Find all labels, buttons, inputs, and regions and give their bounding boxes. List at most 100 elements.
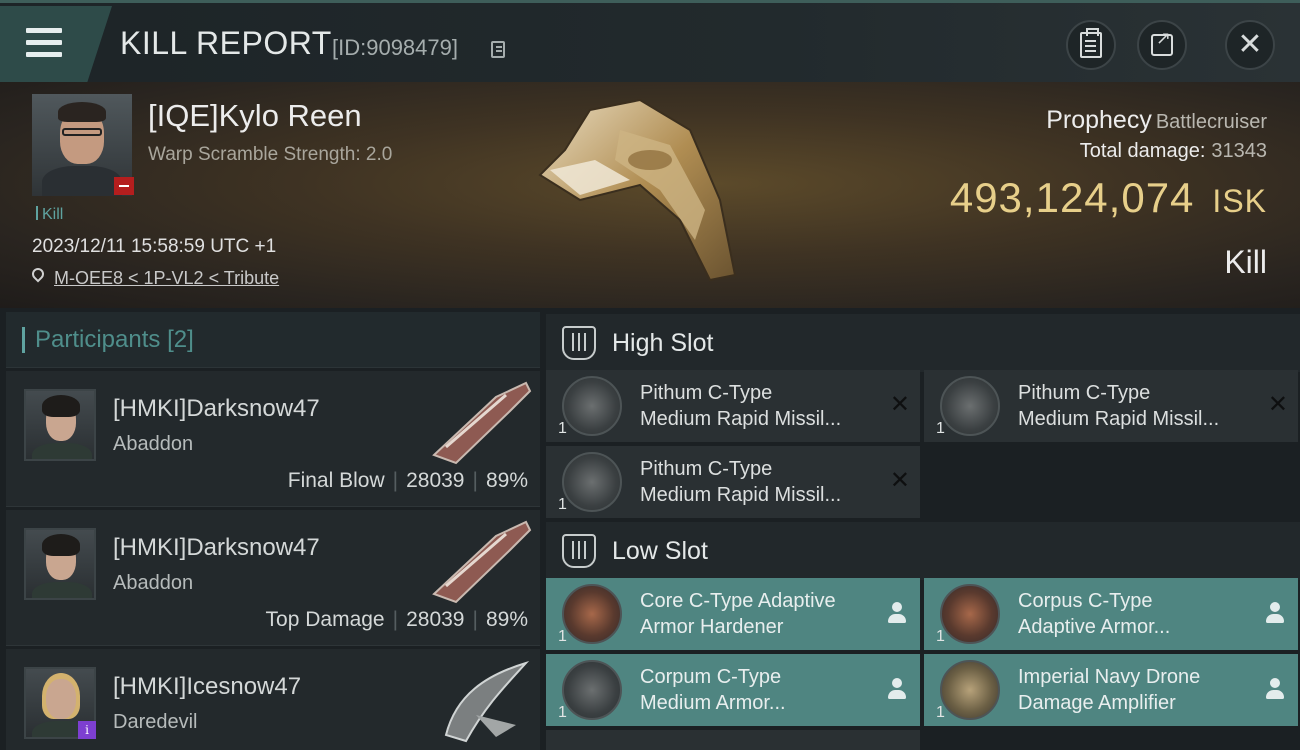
hamburger-menu-icon-line	[26, 52, 62, 57]
launcher-icon	[940, 376, 1000, 436]
participant-stats: Final Blow | 28039 | 89%	[288, 469, 528, 493]
participant-ship-image	[432, 520, 532, 604]
hamburger-menu-icon-line	[26, 40, 62, 45]
portrait-torso	[32, 582, 92, 598]
total-damage-value: 31343	[1211, 140, 1267, 162]
close-button[interactable]: ✕	[1225, 20, 1275, 70]
warp-scramble-strength: Warp Scramble Strength: 2.0	[148, 144, 393, 165]
hamburger-menu-button[interactable]	[0, 6, 112, 82]
participant-name: [HMKI]Icesnow47	[113, 673, 302, 700]
participant-damage: 28039	[406, 608, 465, 631]
portrait-hair	[42, 395, 80, 417]
high-slot-label: High Slot	[612, 328, 714, 357]
participant-role: Top Damage	[265, 608, 385, 631]
isk-value: 493,124,074 ISK	[950, 174, 1267, 222]
victim-name[interactable]: [IQE]Kylo Reen	[148, 98, 362, 134]
armor-hardener-icon	[562, 584, 622, 644]
share-button[interactable]	[1137, 20, 1187, 70]
participant-ship: Daredevil	[113, 711, 198, 733]
high-slot-item[interactable]: 1 Pithum C-Type Medium Rapid Missil... ✕	[546, 446, 920, 518]
slot-item-name: Corpum C-Type Medium Armor...	[640, 666, 786, 714]
participant-stats: Top Damage | 28039 | 89%	[266, 608, 528, 632]
slot-quantity: 1	[936, 704, 945, 721]
participants-label: Participants	[35, 325, 161, 353]
kill-datetime: 2023/12/11 15:58:59 UTC +1	[32, 236, 277, 257]
low-slot-item[interactable]: 1 Corpus C-Type Adaptive Armor...	[924, 578, 1298, 650]
participant-ship-image	[444, 661, 530, 743]
stat-separator: |	[472, 608, 478, 631]
slot-quantity: 1	[936, 420, 945, 437]
slot-quantity: 1	[558, 628, 567, 645]
participant-role: Final Blow	[287, 469, 385, 492]
participants-count: [2]	[167, 325, 194, 353]
portrait-face	[46, 679, 76, 719]
hamburger-menu-icon	[26, 28, 62, 33]
share-icon	[1151, 28, 1173, 56]
info-badge[interactable]: i	[78, 721, 96, 739]
stat-separator: |	[392, 608, 399, 631]
participants-panel: Participants [2] [HMKI]Darksnow47 Abaddo…	[6, 312, 540, 750]
participant-name: [HMKI]Darksnow47	[113, 395, 320, 422]
location-link[interactable]: M-OEE8 < 1P-VL2 < Tribute	[54, 268, 279, 289]
armor-repairer-icon	[562, 660, 622, 720]
low-slot-item[interactable]: 1 Imperial Navy Drone Damage Amplifier	[924, 654, 1298, 726]
total-damage-label: Total damage:	[1079, 140, 1206, 162]
slot-quantity: 1	[558, 704, 567, 721]
report-id: [ID:9098479]	[332, 35, 458, 60]
portrait-body	[42, 166, 122, 196]
slot-quantity: 1	[936, 628, 945, 645]
participant-portrait[interactable]	[24, 528, 96, 600]
high-slot-item[interactable]: 1 Pithum C-Type Medium Rapid Missil... ✕	[924, 370, 1298, 442]
victim-ship[interactable]: Prophecy Battlecruiser	[1046, 106, 1267, 135]
portrait-hair	[58, 102, 106, 122]
ship-name: Prophecy	[1046, 106, 1152, 134]
participant-card[interactable]: [HMKI]Darksnow47 Abaddon Top Damage | 2803…	[6, 510, 540, 646]
stat-separator: |	[472, 469, 478, 492]
participant-percent: 89%	[485, 608, 528, 631]
slot-item-name: Imperial Navy Drone Damage Amplifier	[1018, 666, 1201, 714]
slot-item-name: Pithum C-Type Medium Rapid Missil...	[640, 458, 842, 506]
top-bar: KILL REPORT [ID:9098479] ✕	[0, 0, 1300, 82]
low-slot-item[interactable]: 1 Corpum C-Type Medium Armor...	[546, 654, 920, 726]
isk-amount: 493,124,074	[949, 174, 1195, 221]
person-icon	[1266, 602, 1284, 624]
low-slot-item-partial[interactable]	[546, 730, 920, 750]
slot-item-name: Core C-Type Adaptive Armor Hardener	[640, 590, 836, 638]
slot-quantity: 1	[558, 496, 567, 513]
kill-tag: Kill	[36, 206, 63, 224]
page-title: KILL REPORT	[120, 25, 332, 61]
victim-ship-image[interactable]	[520, 90, 760, 300]
total-damage: Total damage: 31343	[1080, 140, 1267, 163]
isk-unit: ISK	[1212, 183, 1267, 219]
slot-item-name: Pithum C-Type Medium Rapid Missil...	[640, 382, 842, 430]
armor-hardener-icon	[940, 584, 1000, 644]
x-icon: ✕	[889, 467, 910, 494]
low-slot-item[interactable]: 1 Core C-Type Adaptive Armor Hardener	[546, 578, 920, 650]
stat-separator: |	[392, 469, 399, 492]
portrait-hair	[42, 534, 80, 556]
slot-item-name: Corpus C-Type Adaptive Armor...	[1018, 590, 1171, 638]
clipboard-button[interactable]	[1066, 20, 1116, 70]
launcher-icon	[562, 376, 622, 436]
slot-rack-icon	[562, 326, 596, 360]
low-slot-label: Low Slot	[612, 536, 708, 565]
participant-damage: 28039	[406, 469, 465, 492]
ship-class: Battlecruiser	[1155, 111, 1267, 133]
x-icon: ✕	[889, 391, 910, 418]
participant-card[interactable]: i [HMKI]Icesnow47 Daredevil	[6, 649, 540, 750]
participant-portrait[interactable]	[24, 389, 96, 461]
high-slot-item[interactable]: 1 Pithum C-Type Medium Rapid Missil... ✕	[546, 370, 920, 442]
copy-icon[interactable]	[491, 41, 505, 58]
slot-rack-icon	[562, 534, 596, 568]
location-pin-icon	[29, 265, 47, 283]
participants-header: Participants [2]	[6, 312, 540, 368]
status-badge	[114, 177, 134, 195]
portrait-glasses	[62, 128, 102, 136]
participant-card[interactable]: [HMKI]Darksnow47 Abaddon Final Blow | 2803…	[6, 371, 540, 507]
launcher-icon	[562, 452, 622, 512]
portrait-torso	[32, 443, 92, 459]
participant-ship: Abaddon	[113, 433, 194, 455]
kill-result: Kill	[1224, 244, 1267, 280]
x-icon: ✕	[1267, 391, 1288, 418]
person-icon	[888, 678, 906, 700]
